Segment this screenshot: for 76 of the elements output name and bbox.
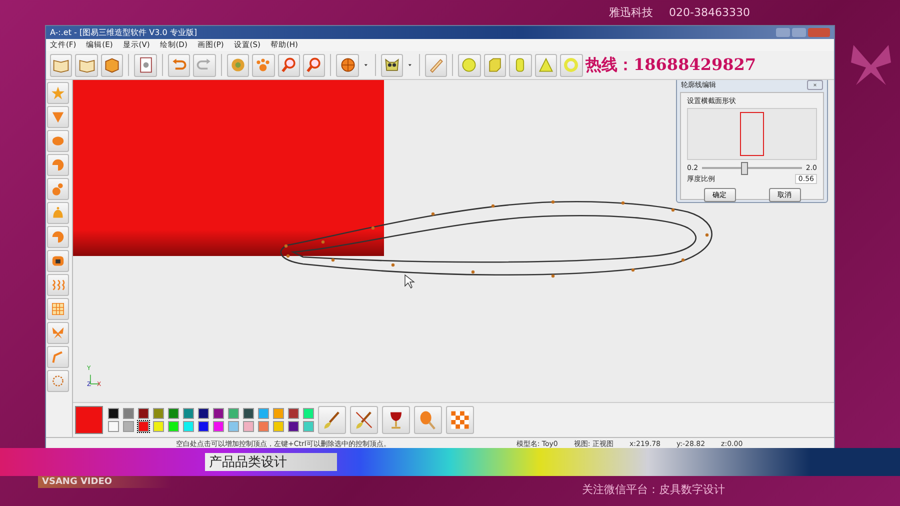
frame-icon bbox=[50, 253, 66, 269]
banner-title: 产品品类设计 bbox=[205, 453, 337, 471]
tool-button[interactable] bbox=[47, 250, 69, 272]
cross-section-rectangle bbox=[740, 112, 764, 156]
color-swatch[interactable] bbox=[303, 408, 314, 419]
tool-button[interactable] bbox=[336, 54, 359, 76]
color-swatch[interactable] bbox=[228, 408, 239, 419]
brush-icon bbox=[353, 409, 375, 431]
cone-icon bbox=[536, 56, 555, 74]
butterfly-icon bbox=[50, 325, 66, 341]
color-swatch[interactable] bbox=[153, 421, 164, 432]
grid-icon bbox=[50, 301, 66, 317]
minimize-button[interactable] bbox=[776, 28, 790, 37]
color-swatch[interactable] bbox=[138, 408, 149, 419]
current-color-swatch[interactable] bbox=[75, 406, 103, 434]
checkerboard-icon bbox=[449, 409, 471, 431]
color-swatch[interactable] bbox=[273, 421, 284, 432]
magnifier-icon bbox=[305, 56, 324, 74]
paw-icon bbox=[254, 56, 272, 74]
color-swatch[interactable] bbox=[258, 408, 269, 419]
flower-icon bbox=[228, 56, 247, 74]
color-swatch[interactable] bbox=[213, 421, 224, 432]
tool-button[interactable] bbox=[350, 406, 378, 434]
color-swatch[interactable] bbox=[228, 421, 239, 432]
maximize-button[interactable] bbox=[792, 28, 806, 37]
bell-icon bbox=[50, 205, 66, 221]
slider-thumb[interactable] bbox=[741, 162, 748, 175]
window-title: A-:.et - [图易三维造型软件 V3.0 专业版] bbox=[50, 27, 197, 38]
color-swatch[interactable] bbox=[138, 421, 149, 432]
sphere-icon bbox=[338, 56, 357, 74]
color-swatch[interactable] bbox=[288, 421, 299, 432]
close-icon bbox=[812, 82, 818, 88]
color-swatch[interactable] bbox=[108, 421, 119, 432]
color-swatch[interactable] bbox=[153, 408, 164, 419]
phone-number: 020-38463330 bbox=[669, 6, 750, 19]
tool-button[interactable] bbox=[318, 406, 346, 434]
follow-text: 关注微信平台：皮具数字设计 bbox=[582, 482, 725, 497]
tool-button[interactable] bbox=[100, 54, 124, 76]
fan-icon bbox=[50, 157, 66, 173]
color-swatch[interactable] bbox=[303, 421, 314, 432]
dropdown-arrow-icon bbox=[406, 61, 414, 69]
magnifier-icon bbox=[280, 56, 298, 74]
color-swatch[interactable] bbox=[183, 421, 194, 432]
color-swatch[interactable] bbox=[168, 408, 179, 419]
color-swatch[interactable] bbox=[198, 408, 209, 419]
color-swatch[interactable] bbox=[168, 421, 179, 432]
circle-icon bbox=[460, 56, 478, 74]
gourd-icon bbox=[50, 181, 66, 197]
wave-icon bbox=[50, 277, 66, 293]
tool-button[interactable] bbox=[380, 54, 404, 76]
star-icon bbox=[50, 85, 66, 101]
pencil-icon bbox=[427, 56, 446, 74]
color-swatch[interactable] bbox=[198, 421, 209, 432]
cursor-icon bbox=[404, 274, 416, 289]
color-swatch[interactable] bbox=[288, 408, 299, 419]
company-name: 雅迅科技 bbox=[609, 5, 654, 20]
color-swatch[interactable] bbox=[183, 408, 194, 419]
color-swatch[interactable] bbox=[108, 408, 119, 419]
color-swatch[interactable] bbox=[213, 408, 224, 419]
color-swatch[interactable] bbox=[243, 421, 254, 432]
color-swatch[interactable] bbox=[123, 421, 134, 432]
fan-icon bbox=[50, 229, 66, 245]
close-button[interactable] bbox=[807, 80, 823, 90]
triangle-icon bbox=[50, 109, 66, 125]
ring-icon bbox=[562, 56, 580, 74]
dotted-circle-icon bbox=[50, 373, 66, 389]
tool-button[interactable] bbox=[382, 406, 410, 434]
color-swatch[interactable] bbox=[123, 408, 134, 419]
owl-icon bbox=[382, 56, 401, 74]
box-icon bbox=[103, 56, 122, 74]
color-swatch[interactable] bbox=[258, 421, 269, 432]
color-swatch[interactable] bbox=[273, 408, 284, 419]
tool-button[interactable] bbox=[134, 54, 157, 76]
hotline-text: 热线：18688429827 bbox=[586, 54, 756, 76]
color-swatch[interactable] bbox=[243, 408, 254, 419]
dropdown-arrow-icon bbox=[362, 61, 370, 69]
